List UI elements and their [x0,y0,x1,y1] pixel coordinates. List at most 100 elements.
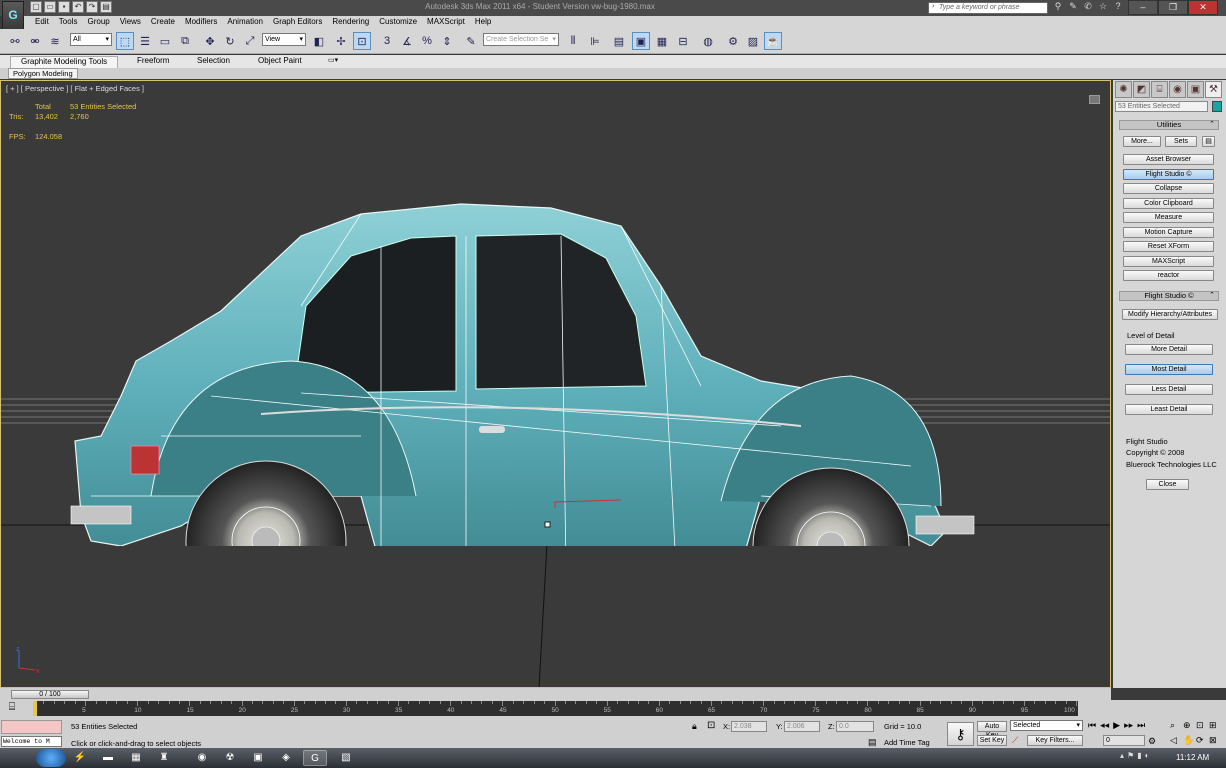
taskbar-clock[interactable]: 11:12 AM [1176,753,1209,762]
maxscript-listener-mini[interactable] [1,720,62,734]
select-object-icon[interactable]: ⬚ [116,32,134,50]
next-frame-icon[interactable]: ▸▸ [1124,720,1133,731]
time-slider-track[interactable]: 0 / 100 [0,688,1111,700]
save-icon[interactable]: ▪ [58,1,70,13]
create-tab-icon[interactable]: ✺ [1115,81,1132,98]
orbit-icon[interactable]: ⟳ [1196,735,1209,746]
menu-graph-editors[interactable]: Graph Editors [272,16,331,29]
menu-tools[interactable]: Tools [58,16,87,29]
most-detail-button[interactable]: Most Detail [1125,364,1213,375]
curve-editor-icon[interactable]: ▦ [653,32,671,50]
panel-polygon-modeling[interactable]: Polygon Modeling [8,68,78,79]
schematic-view-icon[interactable]: ⊟ [674,32,692,50]
reference-coordinate-dropdown[interactable]: View [262,33,306,46]
menu-modifiers[interactable]: Modifiers [184,16,226,29]
least-detail-button[interactable]: Least Detail [1125,404,1213,415]
taskbar-steam-icon[interactable]: ◉ [190,750,214,766]
menu-animation[interactable]: Animation [226,16,272,29]
layer-manager-icon[interactable]: ▤ [610,32,628,50]
select-and-scale-icon[interactable]: ⤢ [241,32,259,50]
set-key-icon[interactable]: ⚷ [947,722,974,746]
render-production-icon[interactable]: ☕ [764,32,782,50]
key-filters-button[interactable]: Key Filters... [1027,735,1083,746]
collapse-button[interactable]: Collapse [1123,183,1214,194]
configure-sets-icon[interactable]: ▤ [1202,136,1215,147]
add-time-tag-button[interactable]: Add Time Tag [884,738,930,747]
new-file-icon[interactable]: ▢ [30,1,42,13]
rendered-frame-window-icon[interactable]: ▨ [744,32,762,50]
hierarchy-tab-icon[interactable]: ⌸ [1151,81,1168,98]
taskbar-app-3-icon[interactable]: ▦ [124,750,148,766]
use-pivot-center-icon[interactable]: ◧ [310,32,328,50]
named-selection-sets-dropdown[interactable]: Create Selection Se [483,33,559,46]
render-setup-icon[interactable]: ⚙ [724,32,742,50]
reactor-button[interactable]: reactor [1123,270,1214,281]
tab-freeform[interactable]: Freeform [137,56,169,65]
track-bar[interactable]: 0510152025303540455055606570758085909510… [33,701,1078,716]
mirror-icon[interactable]: ⫴ [564,32,582,50]
motion-capture-button[interactable]: Motion Capture [1123,227,1214,238]
angle-snap-icon[interactable]: ∡ [398,32,416,50]
transform-gizmo[interactable] [541,496,631,531]
pan-view-icon[interactable]: ✋ [1183,735,1196,746]
less-detail-button[interactable]: Less Detail [1125,384,1213,395]
align-icon[interactable]: ⊫ [586,32,604,50]
taskbar-3dsmax-icon[interactable]: G [303,750,327,766]
play-icon[interactable]: ▶ [1113,720,1120,731]
selection-filter-dropdown[interactable]: All [70,33,112,46]
reset-xform-button[interactable]: Reset XForm [1123,241,1214,252]
object-name-field[interactable]: 53 Entities Selected [1115,101,1208,112]
restore-button[interactable]: ❐ [1158,0,1188,15]
measure-button[interactable]: Measure [1123,212,1214,223]
taskbar-app-8-icon[interactable]: ◈ [274,750,298,766]
taskbar-folder-icon[interactable]: ▬ [96,750,120,766]
default-tangent-icon[interactable]: ⟋ [1012,735,1018,746]
key-mode-dropdown[interactable]: Selected [1010,720,1083,731]
percent-snap-icon[interactable]: % [418,32,436,50]
search-input[interactable]: Type a keyword or phrase [928,2,1048,14]
edit-named-selection-icon[interactable]: ✎ [462,32,480,50]
flight-studio-button[interactable]: Flight Studio © [1123,169,1214,180]
previous-frame-icon[interactable]: ◂◂ [1100,720,1109,731]
field-of-view-icon[interactable]: ◁ [1170,735,1183,746]
select-and-manipulate-icon[interactable]: ✢ [332,32,350,50]
flight-studio-rollout-header[interactable]: Flight Studio © [1119,291,1219,301]
go-to-start-icon[interactable]: ⏮ [1088,720,1096,731]
unlink-icon[interactable]: ⚮ [26,32,44,50]
rectangular-selection-icon[interactable]: ▭ [156,32,174,50]
maxscript-button[interactable]: MAXScript [1123,256,1214,267]
menu-group[interactable]: Group [86,16,118,29]
tab-graphite-modeling-tools[interactable]: Graphite Modeling Tools [10,56,119,68]
menu-create[interactable]: Create [150,16,184,29]
modify-tab-icon[interactable]: ◩ [1133,81,1150,98]
more-button[interactable]: More... [1123,136,1161,147]
color-clipboard-button[interactable]: Color Clipboard [1123,198,1214,209]
redo-icon[interactable]: ↷ [86,1,98,13]
material-editor-icon[interactable]: ◍ [699,32,717,50]
object-color-swatch[interactable] [1212,101,1222,112]
close-window-button[interactable]: ✕ [1188,0,1218,15]
auto-key-button[interactable]: Auto Key [977,721,1007,739]
time-configuration-icon[interactable]: ⚙ [1148,736,1156,747]
perspective-viewport[interactable]: [ + ] [ Perspective ] [ Flat + Edged Fac… [0,80,1111,688]
menu-help[interactable]: Help [474,16,500,29]
undo-icon[interactable]: ↶ [72,1,84,13]
menu-maxscript[interactable]: MAXScript [426,16,474,29]
taskbar-app-10-icon[interactable]: ▧ [334,750,358,766]
zoom-icon[interactable]: ⌕ [1170,720,1183,731]
lock-selection-icon[interactable]: 🔒︎ [692,721,697,732]
sets-button[interactable]: Sets [1165,136,1197,147]
modify-hierarchy-attributes-button[interactable]: Modify Hierarchy/Attributes [1122,309,1218,320]
close-button[interactable]: Close [1146,479,1189,490]
tab-object-paint[interactable]: Object Paint [258,56,302,65]
graphite-modeling-toggle-icon[interactable]: ▣ [632,32,650,50]
current-frame-marker[interactable] [33,701,37,716]
select-by-name-icon[interactable]: ☰ [136,32,154,50]
asset-browser-button[interactable]: Asset Browser [1123,154,1214,165]
minimize-button[interactable]: – [1128,0,1158,15]
menu-rendering[interactable]: Rendering [331,16,378,29]
utilities-tab-icon[interactable]: ⚒ [1205,81,1222,98]
vw-beetle-model[interactable] [61,196,991,546]
absolute-mode-transform-icon[interactable]: ⊡ [707,720,715,731]
current-frame-field[interactable]: 0 [1103,735,1145,746]
